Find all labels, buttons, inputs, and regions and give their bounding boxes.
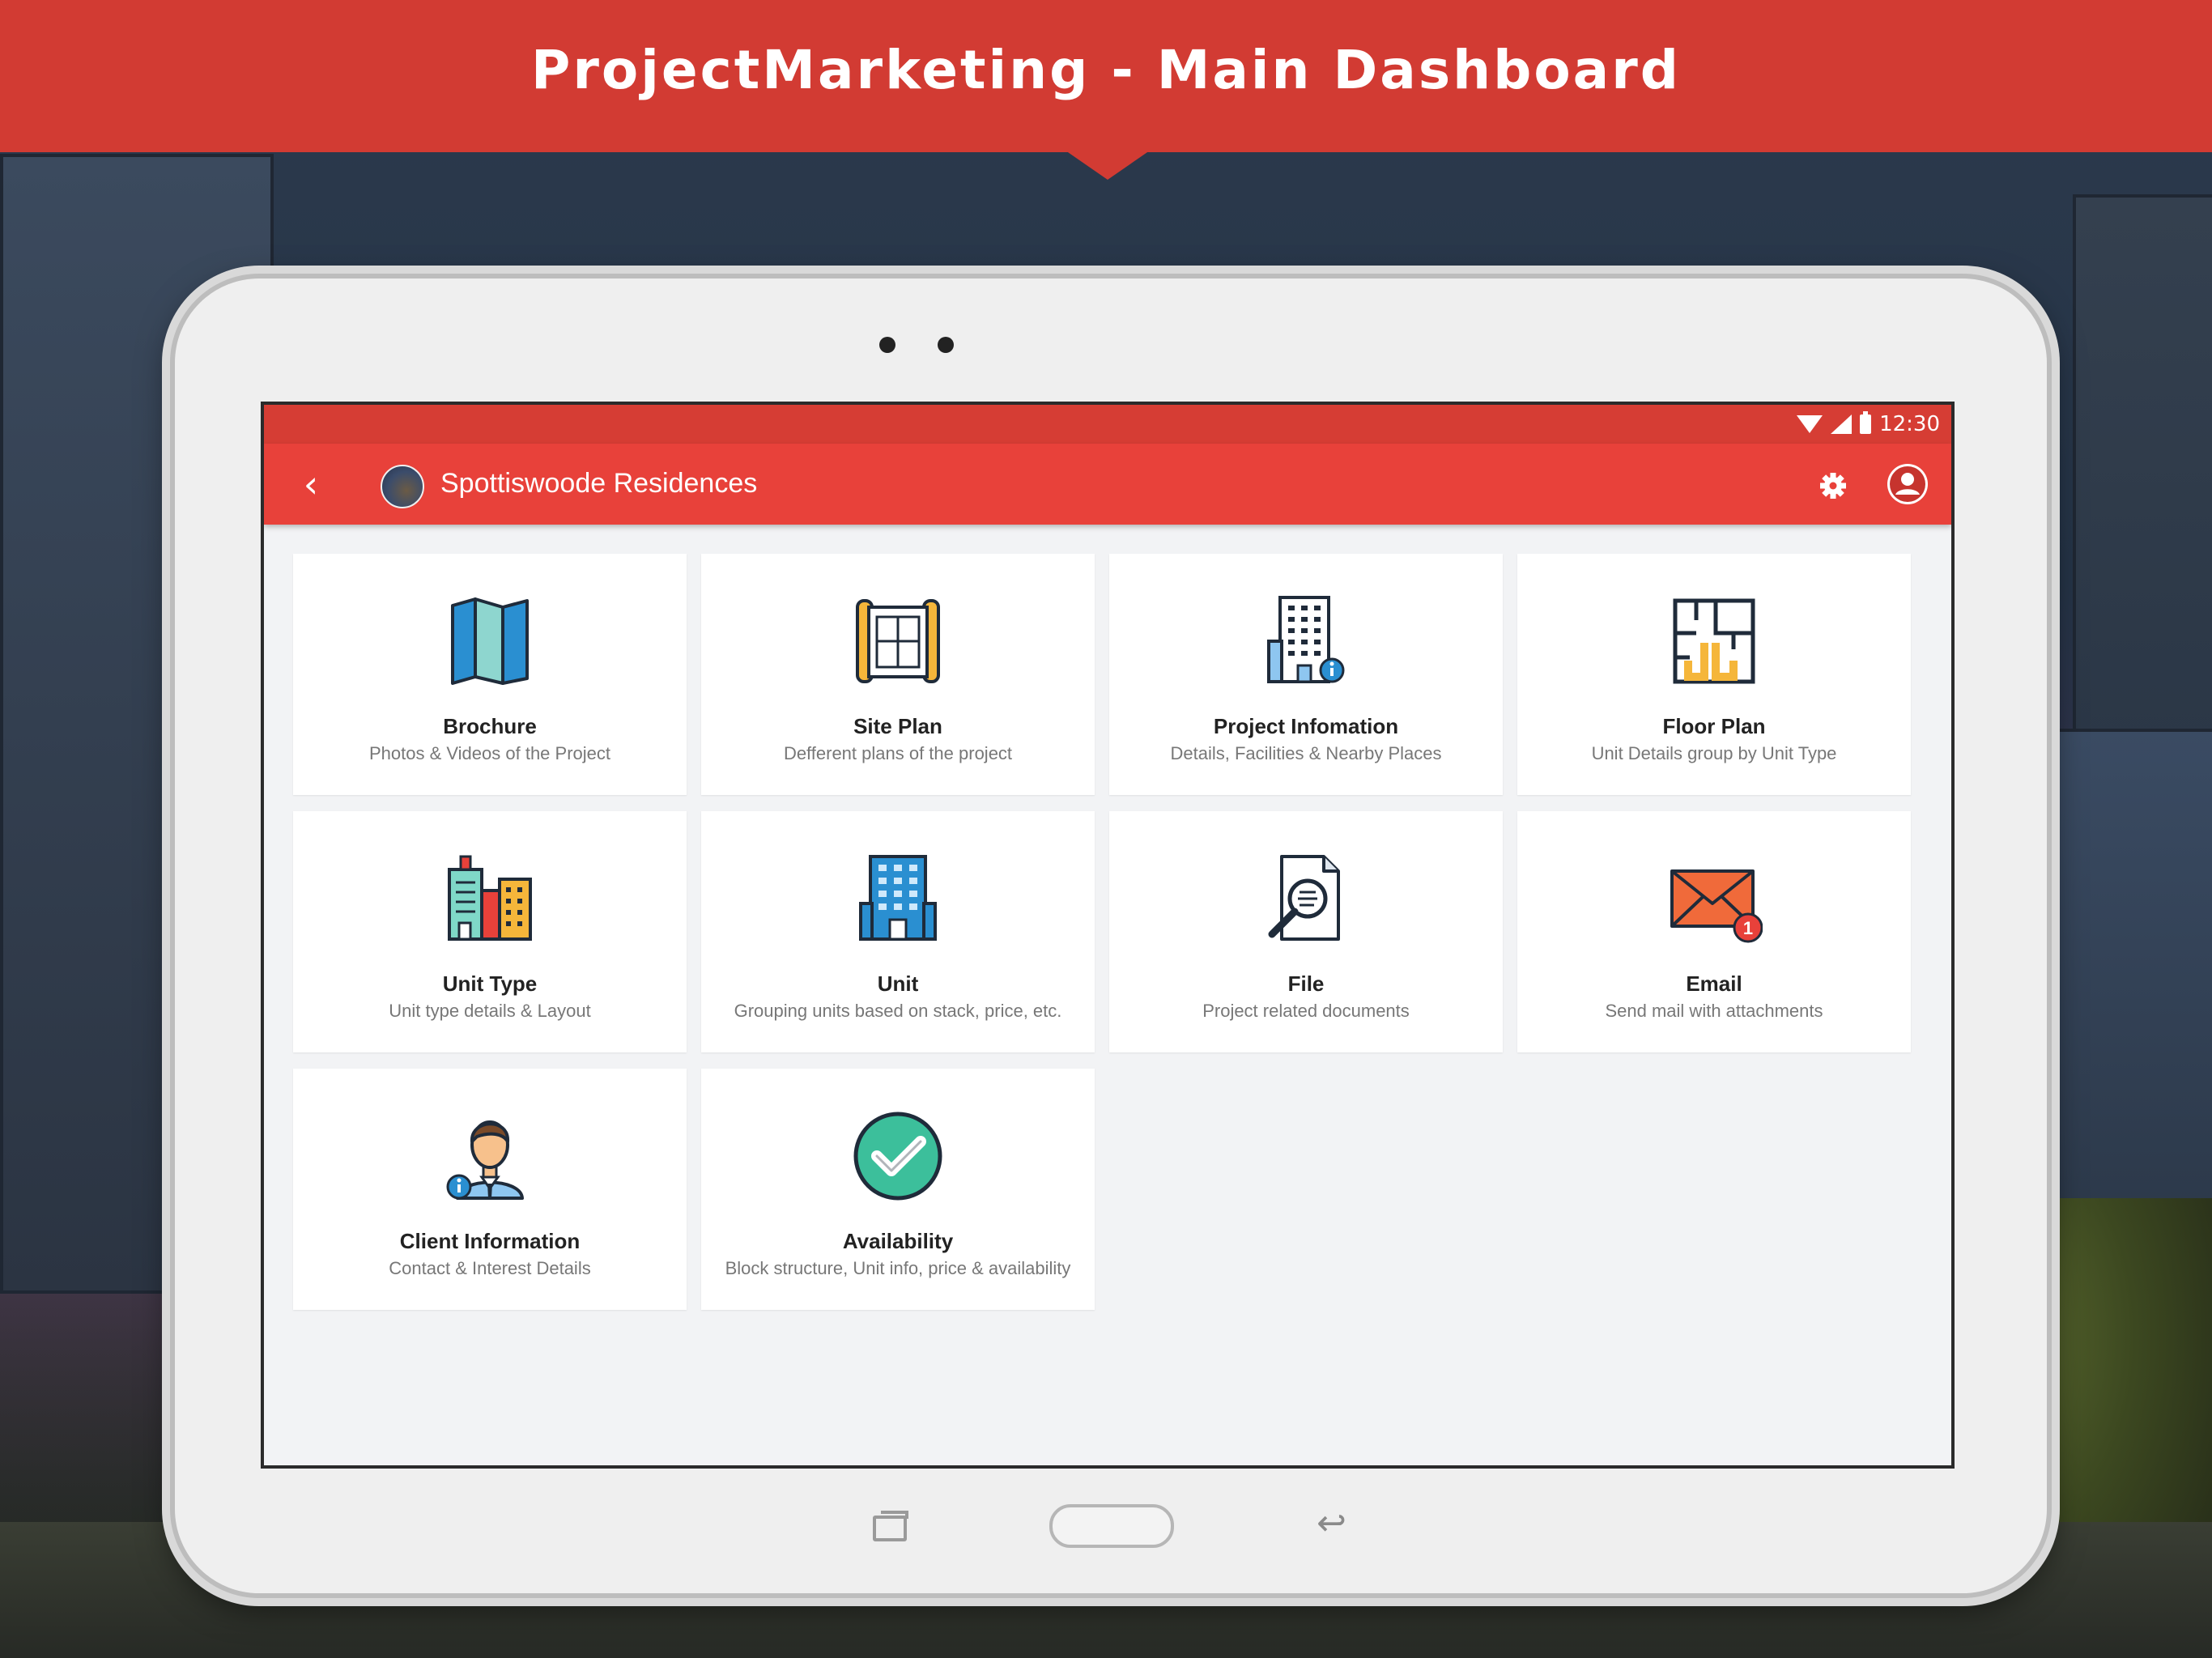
cell-signal-icon (1831, 414, 1853, 434)
tile-subtitle: Unit Details group by Unit Type (1591, 743, 1837, 763)
app-bar-title: Spottiswoode Residences (440, 468, 758, 499)
status-icons: 12:30 (1797, 410, 1940, 439)
wifi-icon (1797, 415, 1823, 433)
status-bar: 12:30 (264, 405, 1951, 444)
tile-client-information[interactable]: Client Information Contact & Interest De… (293, 1069, 687, 1310)
back-key-icon[interactable]: ↩ (1317, 1506, 1365, 1541)
city-buildings-icon (448, 855, 532, 941)
tile-subtitle: Contact & Interest Details (389, 1258, 591, 1278)
tile-title: Floor Plan (1662, 714, 1766, 738)
home-key[interactable] (1049, 1504, 1174, 1548)
email-badge-count: 1 (1743, 918, 1753, 938)
battery-icon (1860, 411, 1872, 434)
office-tower-icon (859, 855, 937, 941)
tile-title: Client Information (399, 1229, 581, 1253)
tile-title: File (1287, 971, 1325, 996)
tile-availability[interactable]: Availability Block structure, Unit info,… (701, 1069, 1095, 1310)
gear-icon[interactable] (1810, 463, 1856, 508)
tile-title: Unit (877, 971, 919, 996)
tile-subtitle: Unit type details & Layout (389, 1001, 591, 1021)
sensor-icon (938, 337, 954, 353)
blueprint-icon (856, 599, 940, 683)
document-search-icon (1268, 855, 1340, 941)
project-avatar (381, 465, 424, 508)
tile-unit[interactable]: Unit Grouping units based on stack, pric… (701, 811, 1095, 1052)
map-brochure-icon (451, 597, 529, 685)
tile-email[interactable]: 1 Email Send mail with attachments (1517, 811, 1911, 1052)
hardware-nav-keys: ↩ (175, 1504, 2047, 1553)
tile-subtitle: Defferent plans of the project (783, 743, 1013, 763)
floor-plan-icon (1673, 598, 1755, 684)
app-bar: ‹ Spottiswoode Residences (264, 444, 1951, 525)
envelope-badge-icon: 1 (1670, 869, 1763, 943)
app-screen: 12:30 ‹ Spottiswoode Residences Brochure… (261, 402, 1955, 1469)
tile-file[interactable]: File Project related documents (1109, 811, 1503, 1052)
tile-title: Brochure (443, 714, 537, 738)
tile-floor-plan[interactable]: Floor Plan Unit Details group by Unit Ty… (1517, 554, 1911, 795)
tile-subtitle: Block structure, Unit info, price & avai… (725, 1258, 1071, 1278)
front-camera-icon (879, 337, 895, 353)
tile-project-information[interactable]: Project Infomation Details, Facilities &… (1109, 554, 1503, 795)
tile-subtitle: Photos & Videos of the Project (369, 743, 610, 763)
chevron-left-icon[interactable]: ‹ (288, 461, 334, 507)
recent-apps-key-icon[interactable] (873, 1511, 908, 1541)
tile-title: Unit Type (442, 971, 538, 996)
tile-title: Email (1686, 971, 1742, 996)
client-person-icon (446, 1120, 524, 1200)
banner-title: ProjectMarketing - Main Dashboard (530, 39, 1682, 101)
tile-subtitle: Details, Facilities & Nearby Places (1170, 743, 1442, 763)
tile-subtitle: Grouping units based on stack, price, et… (734, 1001, 1062, 1021)
tile-title: Project Infomation (1213, 714, 1399, 738)
tile-title: Availability (842, 1229, 954, 1253)
tile-brochure[interactable]: Brochure Photos & Videos of the Project (293, 554, 687, 795)
banner-pointer (1066, 151, 1150, 180)
tile-site-plan[interactable]: Site Plan Defferent plans of the project (701, 554, 1095, 795)
building-info-icon (1267, 596, 1345, 683)
tile-unit-type[interactable]: Unit Type Unit type details & Layout (293, 811, 687, 1052)
promo-banner: ProjectMarketing - Main Dashboard (0, 0, 2212, 152)
tile-subtitle: Send mail with attachments (1605, 1001, 1823, 1021)
user-account-icon[interactable] (1885, 461, 1930, 507)
status-time: 12:30 (1879, 412, 1940, 436)
tile-subtitle: Project related documents (1202, 1001, 1410, 1021)
check-circle-icon (853, 1112, 942, 1201)
tile-title: Site Plan (853, 714, 942, 738)
